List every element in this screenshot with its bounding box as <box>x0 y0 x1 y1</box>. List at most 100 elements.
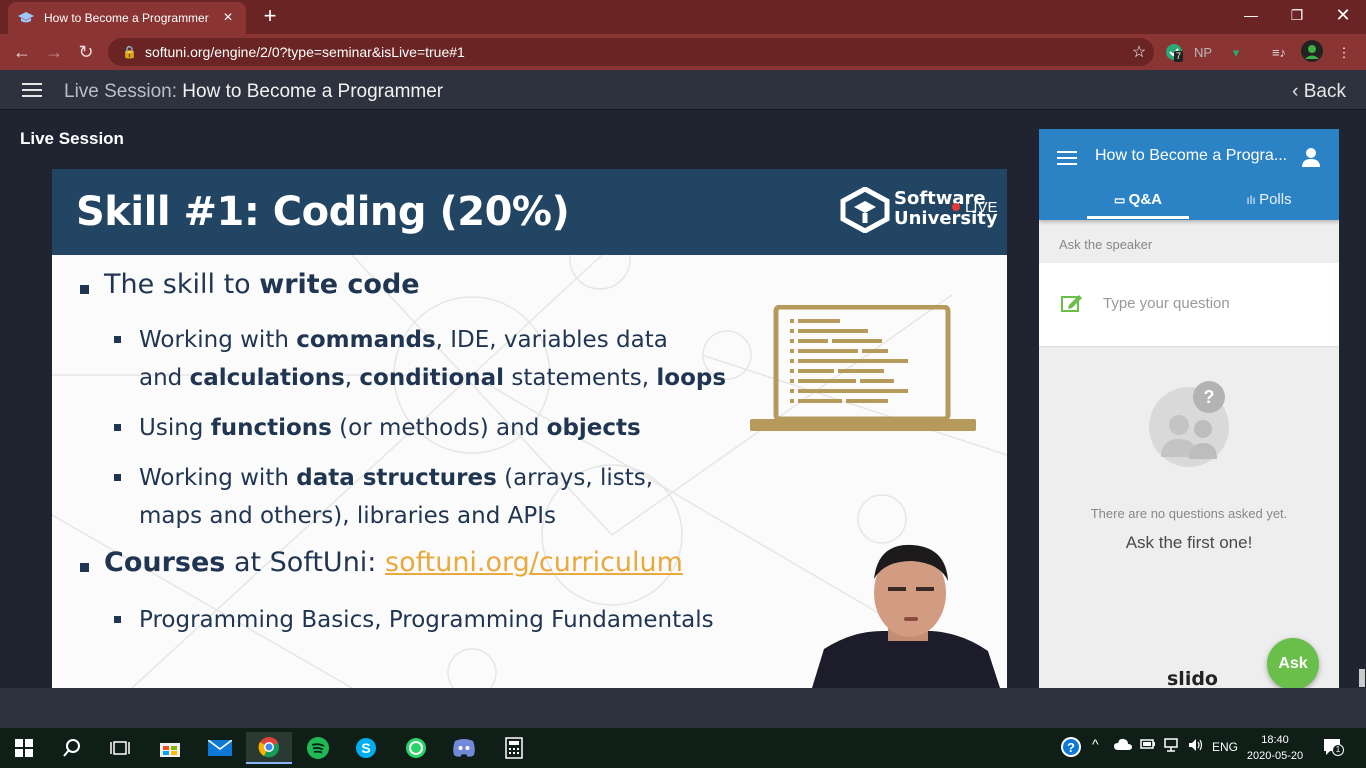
question-placeholder: Type your question <box>1103 295 1230 312</box>
slide-header: Skill #1: Coding (20%) Software Universit… <box>52 169 1007 255</box>
slido-event-title: How to Become a Progra... <box>1095 147 1288 164</box>
chevron-up-icon[interactable]: ^ <box>1092 736 1099 752</box>
scrollbar-thumb[interactable] <box>1359 669 1365 687</box>
page-scrollbar[interactable] <box>1358 129 1366 688</box>
live-dot <box>952 203 960 211</box>
media-controls-icon[interactable]: ≡♪ <box>1268 43 1290 63</box>
skype-icon[interactable]: S <box>346 732 386 764</box>
back-arrow-icon[interactable]: ← <box>10 40 34 64</box>
browser-tab-strip: How to Become a Programmer × + — ❐ ✕ <box>0 0 1366 34</box>
help-tray-icon[interactable]: ? <box>1060 736 1082 761</box>
profile-avatar[interactable] <box>1300 40 1324 62</box>
bar-chart-icon: ılı <box>1246 193 1260 207</box>
bullet-marker <box>114 336 121 343</box>
app-header: Live Session: How to Become a Programmer… <box>0 70 1366 110</box>
volume-icon[interactable] <box>1188 738 1204 755</box>
bullet-courses: Courses at SoftUni: softuni.org/curricul… <box>104 547 683 578</box>
slide-title: Skill #1: Coding (20%) <box>76 189 570 235</box>
extension-shield-icon[interactable]: 7 <box>1164 43 1184 63</box>
svg-text:?: ? <box>1204 387 1215 407</box>
tab-polls[interactable]: ılı Polls <box>1209 191 1329 208</box>
battery-icon[interactable] <box>1140 738 1156 753</box>
chevron-left-icon: ‹ <box>1292 81 1304 102</box>
bullet-programming-basics: Programming Basics, Programming Fundamen… <box>139 607 714 633</box>
ask-button[interactable]: Ask <box>1267 638 1319 688</box>
chat-bubble-icon: ▭ <box>1113 193 1129 207</box>
main-content: Live Session Skill #1: Coding (20%) Soft… <box>0 111 1366 688</box>
bullet-marker <box>114 616 121 623</box>
bullet-commands: Working with commands, IDE, variables da… <box>139 327 727 391</box>
bookmark-star-icon[interactable]: ☆ <box>1124 42 1154 62</box>
bullet-functions: Using functions (or methods) and objects <box>139 415 641 441</box>
close-window-icon[interactable]: ✕ <box>1320 0 1366 30</box>
svg-text:?: ? <box>1067 740 1075 755</box>
new-tab-button[interactable]: + <box>258 4 282 28</box>
network-icon[interactable] <box>1164 738 1180 755</box>
bullet-marker <box>80 285 89 294</box>
bullet-marker <box>114 474 121 481</box>
mail-icon[interactable] <box>200 732 240 764</box>
calculator-icon[interactable] <box>494 732 534 764</box>
clock-date: 2020-05-20 <box>1246 750 1304 762</box>
notification-count: 1 <box>1332 744 1344 756</box>
minimize-window-icon[interactable]: — <box>1228 0 1274 30</box>
lock-icon: 🔒 <box>122 45 137 59</box>
slido-logo: slido <box>1167 668 1218 688</box>
discord-icon[interactable] <box>444 732 484 764</box>
page-title: Live Session: How to Become a Programmer <box>64 81 444 102</box>
bullet-write-code: The skill to write code <box>104 269 420 300</box>
microsoft-store-icon[interactable] <box>150 732 190 764</box>
presenter-webcam-video <box>812 544 1000 688</box>
whatsapp-icon[interactable] <box>396 732 436 764</box>
extension-np-icon[interactable]: NP <box>1192 43 1214 63</box>
extension-badge: 7 <box>1174 51 1184 62</box>
back-link[interactable]: ‹ Back <box>1292 81 1346 103</box>
ask-speaker-label: Ask the speaker <box>1059 237 1153 252</box>
restore-window-icon[interactable]: ❐ <box>1274 0 1320 30</box>
page-footer-strip <box>0 688 1366 728</box>
active-tab-indicator <box>1087 216 1189 219</box>
compose-icon <box>1061 295 1082 312</box>
clock-time: 18:40 <box>1261 734 1289 746</box>
live-label: LIVE <box>965 199 998 216</box>
slido-panel: How to Become a Progra... ▭ Q&A ılı Poll… <box>1039 129 1339 688</box>
graduation-cap-icon <box>18 10 34 26</box>
windows-start-icon[interactable] <box>4 732 44 764</box>
close-tab-icon[interactable]: × <box>220 9 236 27</box>
ask-first-text: Ask the first one! <box>1125 533 1253 552</box>
empty-questions-icon: ? <box>1149 381 1229 467</box>
task-view-icon[interactable] <box>100 732 140 764</box>
system-clock[interactable]: 18:40 2020-05-20 <box>1244 732 1306 764</box>
svg-text:S: S <box>361 740 370 756</box>
tab-qa[interactable]: ▭ Q&A <box>1087 191 1189 208</box>
user-icon[interactable] <box>1301 147 1321 167</box>
laptop-code-icon <box>750 305 976 431</box>
extension-pin-icon[interactable]: ▾ <box>1228 43 1244 63</box>
browser-tab[interactable]: How to Become a Programmer × <box>8 2 246 34</box>
language-indicator[interactable]: ENG <box>1212 740 1238 754</box>
chrome-icon[interactable] <box>246 732 292 764</box>
browser-tab-title: How to Become a Programmer <box>44 11 209 25</box>
curriculum-link[interactable]: softuni.org/curriculum <box>385 547 683 578</box>
bullet-marker <box>80 563 89 572</box>
reload-icon[interactable]: ↻ <box>74 40 98 64</box>
address-bar[interactable]: 🔒 softuni.org/engine/2/0?type=seminar&is… <box>108 38 1154 66</box>
browser-toolbar: ← → ↻ 🔒 softuni.org/engine/2/0?type=semi… <box>0 34 1366 70</box>
onedrive-icon[interactable] <box>1114 738 1132 753</box>
url-text: softuni.org/engine/2/0?type=seminar&isLi… <box>144 44 465 60</box>
no-questions-text: There are no questions asked yet. <box>1090 506 1288 521</box>
section-label: Live Session <box>20 129 124 148</box>
slido-menu-icon[interactable] <box>1057 151 1077 165</box>
notifications-icon[interactable]: 1 <box>1322 736 1344 761</box>
softuni-cube-icon <box>840 186 890 234</box>
forward-arrow-icon[interactable]: → <box>42 40 66 64</box>
browser-menu-icon[interactable]: ⋮ <box>1336 43 1352 63</box>
presentation-slide: Skill #1: Coding (20%) Software Universit… <box>52 169 1007 688</box>
question-input-box[interactable]: Type your question <box>1039 263 1339 347</box>
bullet-marker <box>114 424 121 431</box>
search-icon[interactable] <box>52 732 92 764</box>
bullet-data-structures: Working with data structures (arrays, li… <box>139 465 654 529</box>
spotify-icon[interactable] <box>298 732 338 764</box>
hamburger-menu-icon[interactable] <box>22 83 42 97</box>
softuni-logo: Software University LIVE <box>840 186 1000 237</box>
